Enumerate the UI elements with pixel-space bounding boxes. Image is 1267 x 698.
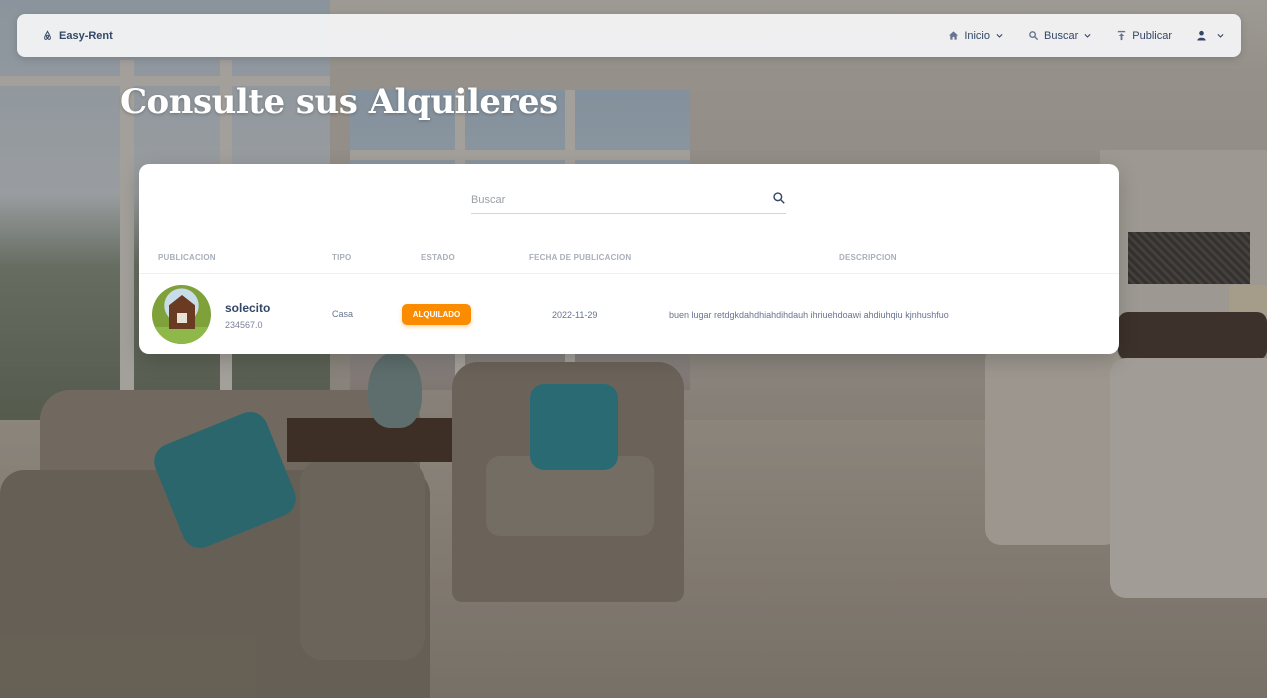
chevron-down-icon xyxy=(1216,31,1225,40)
navbar: Easy-Rent Inicio Buscar Publicar xyxy=(17,14,1241,57)
chevron-down-icon xyxy=(1083,31,1092,40)
upload-icon xyxy=(1116,30,1127,41)
airbnb-logo-icon xyxy=(42,30,53,41)
descripcion-cell: buen lugar retdgkdahdhiahdihdauh ihriueh… xyxy=(669,310,949,320)
brand-name: Easy-Rent xyxy=(59,29,113,42)
nav-inicio-label: Inicio xyxy=(964,29,990,42)
column-header-descripcion: DESCRIPCION xyxy=(839,253,897,262)
tipo-cell: Casa xyxy=(332,309,354,319)
nav-buscar[interactable]: Buscar xyxy=(1028,30,1092,42)
nav-buscar-label: Buscar xyxy=(1044,29,1079,42)
publication-price: 234567.0 xyxy=(225,320,263,330)
search-icon[interactable] xyxy=(772,191,786,205)
user-menu[interactable] xyxy=(1196,30,1225,41)
property-thumbnail xyxy=(152,285,211,344)
table-row[interactable]: solecito 234567.0 Casa ALQUILADO 2022-11… xyxy=(139,274,1119,354)
home-icon xyxy=(948,30,959,41)
column-header-tipo: TIPO xyxy=(332,253,352,262)
nav-publicar[interactable]: Publicar xyxy=(1116,30,1172,42)
fecha-cell: 2022-11-29 xyxy=(552,310,598,320)
search-icon xyxy=(1028,30,1039,41)
user-icon xyxy=(1196,30,1207,41)
status-badge: ALQUILADO xyxy=(402,304,471,325)
column-header-estado: ESTADO xyxy=(421,253,455,262)
search-bar xyxy=(471,186,786,214)
column-header-publicacion: PUBLICACION xyxy=(158,253,216,262)
search-input[interactable] xyxy=(471,190,761,210)
rentals-card: PUBLICACION TIPO ESTADO FECHA DE PUBLICA… xyxy=(139,164,1119,354)
nav-publicar-label: Publicar xyxy=(1132,29,1172,42)
publication-name: solecito xyxy=(225,301,271,315)
page-title: Consulte sus Alquileres xyxy=(120,82,558,122)
brand-link[interactable]: Easy-Rent xyxy=(42,30,113,42)
chevron-down-icon xyxy=(995,31,1004,40)
nav-inicio[interactable]: Inicio xyxy=(948,30,1004,42)
column-header-fecha: FECHA DE PUBLICACION xyxy=(529,253,632,262)
